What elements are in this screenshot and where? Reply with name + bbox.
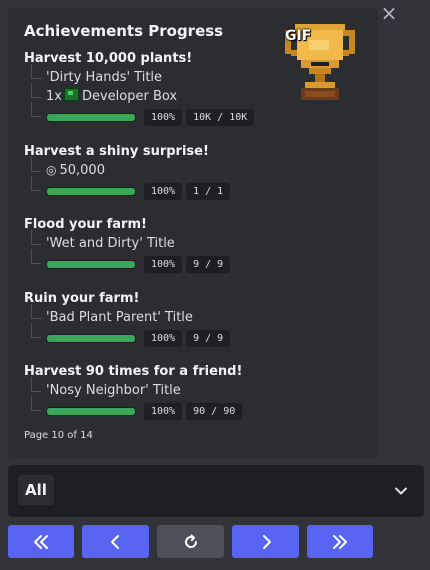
- chevron-right-icon: [262, 534, 271, 549]
- achievements-card: Achievements Progress GIF Harvest 10,000…: [8, 8, 378, 458]
- reward-qty: 1x: [46, 89, 62, 104]
- achievement-title: Ruin your farm!: [24, 291, 140, 306]
- reward-line: 'Bad Plant Parent' Title: [24, 304, 234, 327]
- achievement-item: Flood your farm! 'Wet and Dirty' Title 1…: [24, 216, 234, 275]
- progress-bar: [46, 406, 136, 416]
- reward-line: 'Dirty Hands' Title: [24, 64, 258, 87]
- reward-title: 'Wet and Dirty' Title: [46, 236, 175, 251]
- progress-percent: 100%: [144, 108, 183, 126]
- first-page-button[interactable]: [8, 525, 74, 558]
- achievement-item: Harvest 90 times for a friend! 'Nosy Nei…: [24, 363, 246, 422]
- next-page-button[interactable]: [232, 525, 299, 558]
- progress-count: 1 / 1: [186, 182, 231, 200]
- progress-count: 9 / 9: [186, 255, 231, 273]
- achievement-item: Harvest a shiny surprise! ◎ 50,000 100% 1…: [24, 143, 234, 202]
- refresh-button[interactable]: [157, 525, 224, 558]
- filter-select-value: All: [18, 475, 54, 505]
- achievement-item: Ruin your farm! 'Bad Plant Parent' Title…: [24, 290, 234, 349]
- card-title: Achievements Progress: [24, 22, 224, 40]
- progress-row: 100% 1 / 1: [24, 176, 234, 202]
- reward-title: 'Bad Plant Parent' Title: [46, 310, 193, 325]
- gif-badge: GIF: [285, 28, 312, 44]
- achievement-title: Flood your farm!: [24, 217, 147, 232]
- coin-icon: ◎: [46, 163, 57, 177]
- progress-row: 100% 10K / 10K: [24, 102, 258, 128]
- achievement-item: Harvest 10,000 plants! 'Dirty Hands' Tit…: [24, 50, 258, 128]
- progress-count: 90 / 90: [186, 402, 243, 420]
- refresh-icon: [184, 534, 197, 548]
- progress-bar: [46, 333, 136, 343]
- progress-row: 100% 90 / 90: [24, 396, 246, 422]
- filter-select[interactable]: All: [8, 465, 424, 517]
- progress-percent: 100%: [144, 255, 183, 273]
- progress-bar: [46, 186, 136, 196]
- reward-line: 'Nosy Neighbor' Title: [24, 377, 246, 400]
- page-indicator: Page 10 of 14: [24, 430, 93, 441]
- reward-title: 'Nosy Neighbor' Title: [46, 383, 181, 398]
- achievement-title: Harvest 90 times for a friend!: [24, 364, 243, 379]
- progress-percent: 100%: [144, 329, 183, 347]
- reward-line: ◎ 50,000: [24, 157, 234, 180]
- double-chevron-right-icon: [333, 534, 347, 549]
- progress-count: 10K / 10K: [186, 108, 255, 126]
- progress-bar: [46, 259, 136, 269]
- chevron-left-icon: [110, 534, 119, 549]
- progress-bar: [46, 112, 136, 122]
- progress-percent: 100%: [144, 182, 183, 200]
- progress-count: 9 / 9: [186, 329, 231, 347]
- reward-line: 1x Developer Box: [24, 83, 258, 106]
- achievement-title: Harvest a shiny surprise!: [24, 144, 209, 159]
- progress-row: 100% 9 / 9: [24, 249, 234, 275]
- reward-title: 'Dirty Hands' Title: [46, 70, 163, 85]
- chevron-down-icon: [395, 487, 407, 495]
- progress-percent: 100%: [144, 402, 183, 420]
- double-chevron-left-icon: [34, 534, 48, 549]
- reward-line: 'Wet and Dirty' Title: [24, 230, 234, 253]
- progress-row: 100% 9 / 9: [24, 323, 234, 349]
- reward-coins: 50,000: [59, 163, 105, 178]
- developer-box-icon: [63, 88, 79, 101]
- close-icon[interactable]: ×: [380, 3, 398, 23]
- achievement-title: Harvest 10,000 plants!: [24, 51, 193, 66]
- last-page-button[interactable]: [307, 525, 373, 558]
- previous-page-button[interactable]: [82, 525, 149, 558]
- reward-item-name: Developer Box: [81, 89, 178, 104]
